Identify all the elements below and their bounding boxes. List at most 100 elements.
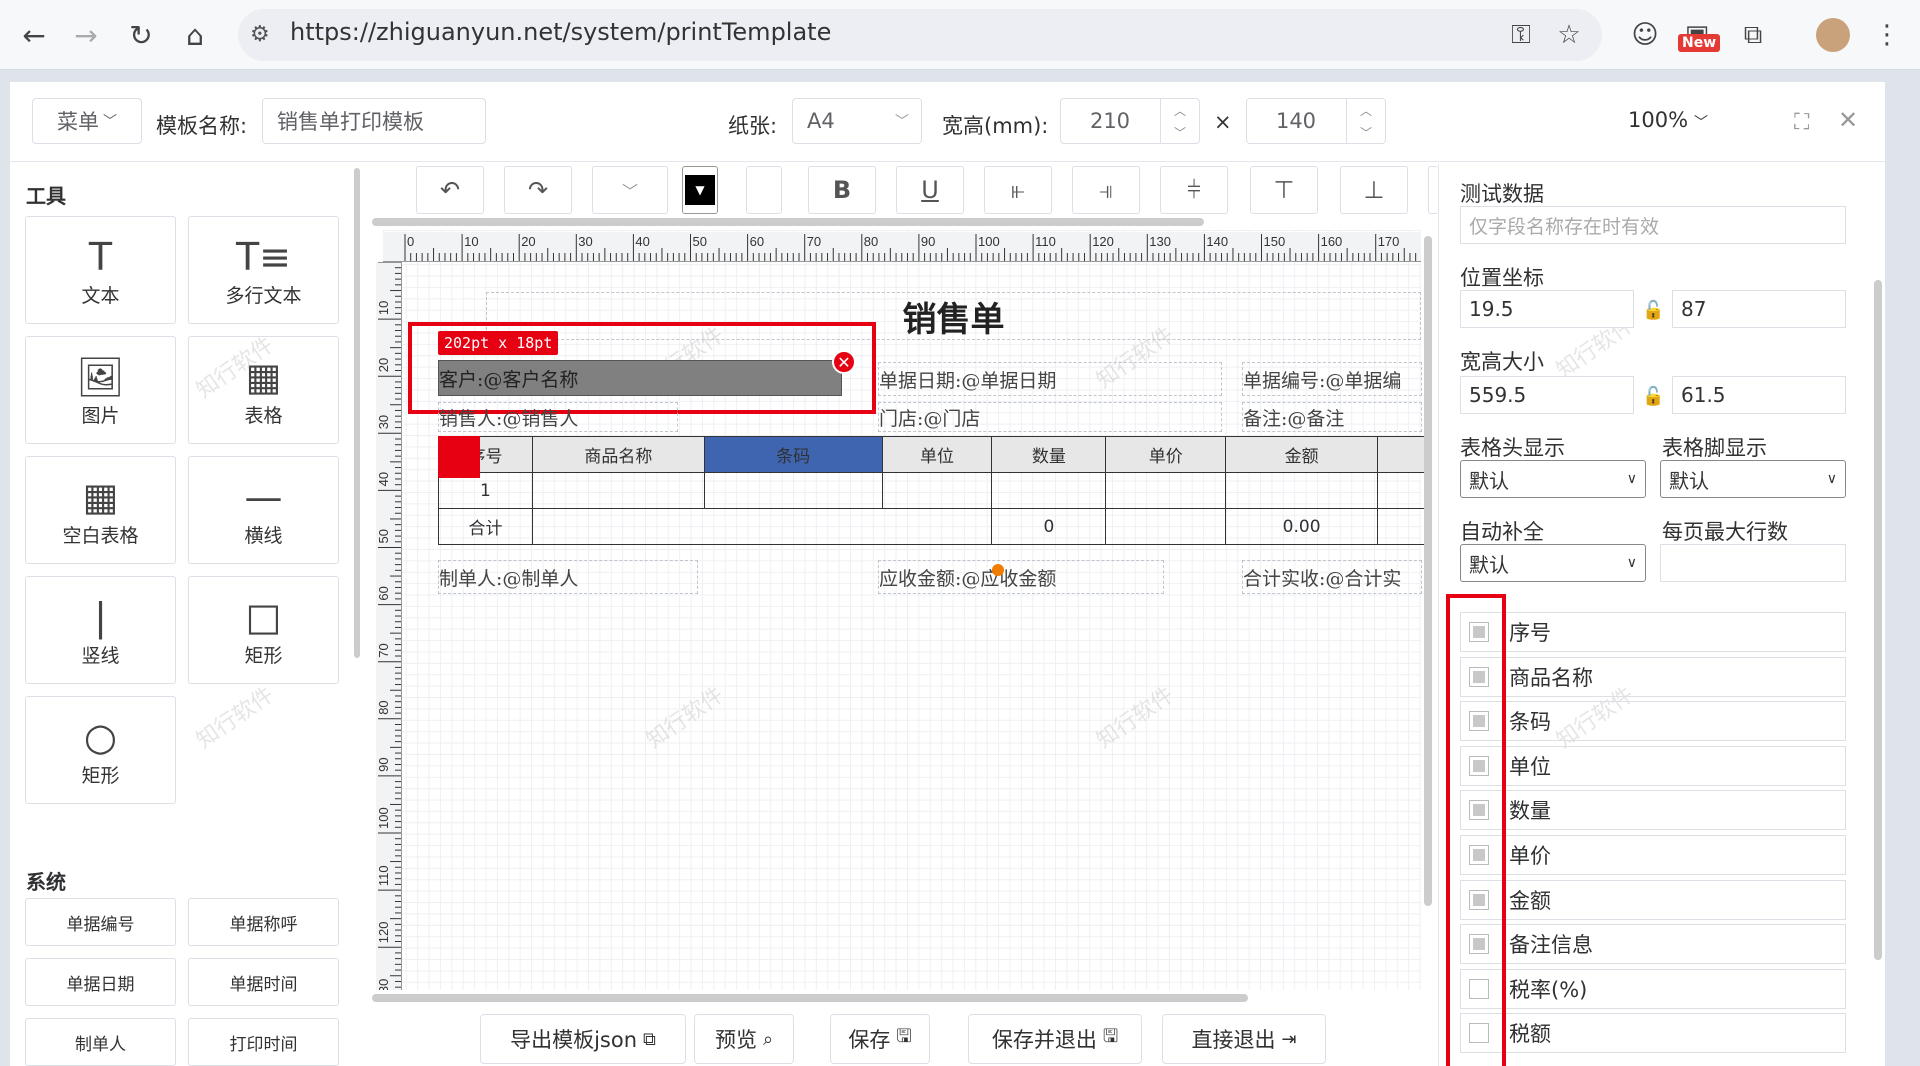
paper-select[interactable]: A4 ﹀ [792,98,922,144]
font-color-picker[interactable]: ▼ [682,166,718,214]
table-foot-select[interactable]: 默认 ∨ [1660,460,1846,498]
lock-icon[interactable]: 🔓 [1642,386,1664,407]
resize-handle[interactable] [992,564,1004,576]
toolbar-scrollbar[interactable] [372,218,1204,226]
table-cell[interactable] [881,472,993,509]
table-cell[interactable] [991,472,1107,509]
exit-button[interactable]: 直接退出 ⇥ [1162,1014,1326,1064]
bill-no-field[interactable]: 单据编号:@单据编 [1242,362,1422,396]
undo-button[interactable]: ↶ [416,166,484,214]
table-head-select[interactable]: 默认 ∨ [1460,460,1646,498]
receivable-field[interactable]: 应收金额:@应收金额 [878,560,1164,594]
export-json-button[interactable]: 导出模板json ⧉ [480,1014,686,1064]
table-total-amount[interactable]: 0.00 [1225,508,1378,545]
height-stepper[interactable]: ︿ ﹀ [1346,99,1385,143]
width-stepper[interactable]: ︿ ﹀ [1160,99,1199,143]
sys-bill-title[interactable]: 单据称呼 [188,898,339,946]
bill-date-field[interactable]: 单据日期:@单据日期 [878,362,1222,396]
tools-scrollbar[interactable] [354,168,360,658]
column-toggle-row[interactable]: 序号 [1460,612,1846,652]
tool-blank-table[interactable]: ▦ 空白表格 [25,456,176,564]
tool-ellipse[interactable]: ○ 矩形 [25,696,176,804]
star-icon[interactable]: ☆ [1552,18,1586,52]
close-icon[interactable]: ✕ [1838,106,1858,134]
table-cell[interactable] [531,472,705,509]
column-toggle-row[interactable]: 条码 [1460,701,1846,742]
table-header-cell[interactable] [1377,436,1428,473]
chevron-down-icon[interactable]: ﹀ [1174,124,1186,141]
bold-button[interactable]: B [808,166,876,214]
column-toggle-row[interactable]: 税额 [1460,1013,1846,1054]
align-bottom-button[interactable]: ⊥ [1340,166,1408,214]
home-icon[interactable]: ⌂ [175,15,215,55]
redo-button[interactable]: ↷ [504,166,572,214]
avatar[interactable] [1816,18,1850,52]
save-exit-button[interactable]: 保存并退出 🖫 [968,1014,1142,1064]
chevron-down-icon[interactable]: ﹀ [1360,124,1372,141]
column-toggle-row[interactable]: 金额 [1460,879,1846,920]
pos-x-input[interactable]: 19.5 [1460,290,1634,328]
chevron-up-icon[interactable]: ︿ [1174,102,1186,119]
table-header-cell[interactable]: 数量 [991,436,1107,473]
tool-image[interactable]: 🖼 图片 [25,336,176,444]
table-header-cell[interactable]: 金额 [1225,436,1378,473]
column-toggle-row[interactable]: 单位 [1460,745,1846,786]
table-total-qty[interactable]: 0 [991,508,1107,545]
site-settings-icon[interactable]: ⚙ [250,22,270,47]
reload-icon[interactable]: ↻ [121,15,161,55]
tool-text[interactable]: T 文本 [25,216,176,324]
table-cell[interactable] [1105,472,1227,509]
more-menu-icon[interactable]: ⋮ [1870,18,1904,52]
underline-button[interactable]: U [896,166,964,214]
table-cell[interactable] [1377,472,1428,509]
column-toggle-row[interactable]: 数量 [1460,790,1846,831]
align-right-button[interactable]: ⫣ [1072,166,1140,214]
lock-icon[interactable]: 🔓 [1642,300,1664,321]
canvas-h-scrollbar[interactable] [372,994,1248,1002]
auto-fill-select[interactable]: 默认 ∨ [1460,544,1646,582]
table-header-cell[interactable]: 单价 [1105,436,1227,473]
background-color-picker[interactable] [746,166,782,214]
table-cell[interactable] [531,508,993,545]
table-cell[interactable] [1377,508,1428,545]
profile-extension-icon[interactable]: ☺ [1628,18,1662,52]
zoom-select[interactable]: 100% ﹀ [1628,108,1708,132]
column-toggle-row[interactable]: 备注信息 [1460,924,1846,965]
width-wh-input[interactable]: 559.5 [1460,376,1634,414]
tool-rect[interactable]: □ 矩形 [188,576,339,684]
table-total-label[interactable]: 合计 [438,508,533,545]
sys-bill-no[interactable]: 单据编号 [25,898,176,946]
preview-button[interactable]: 预览 ⌕ [694,1014,794,1064]
table-header-cell[interactable]: 单位 [881,436,993,473]
table-header-cell[interactable]: 商品名称 [531,436,705,473]
font-dropdown[interactable]: ﹀ [592,166,668,214]
sys-bill-time[interactable]: 单据时间 [188,958,339,1006]
template-name-input[interactable]: 销售单打印模板 [262,98,486,144]
key-icon[interactable]: ⚿ [1504,18,1538,52]
table-cell[interactable] [1225,472,1378,509]
panel-scrollbar[interactable] [1874,280,1882,960]
delete-element-icon[interactable]: ✕ [832,350,856,374]
height-wh-input[interactable]: 61.5 [1672,376,1846,414]
back-arrow-icon[interactable]: ← [14,15,54,55]
align-top-button[interactable]: ⊤ [1250,166,1318,214]
max-rows-input[interactable] [1660,544,1846,582]
forward-arrow-icon[interactable]: → [66,15,106,55]
remark-field[interactable]: 备注:@备注 [1242,402,1422,432]
column-toggle-row[interactable]: 税率(%) [1460,968,1846,1009]
paid-field[interactable]: 合计实收:@合计实 [1242,560,1422,594]
table-cell[interactable] [1105,508,1227,545]
sys-bill-date[interactable]: 单据日期 [25,958,176,1006]
fullscreen-icon[interactable]: ⛶ [1794,110,1809,135]
puzzle-icon[interactable]: ⧉ [1736,18,1770,52]
goods-table[interactable]: 序号 商品名称 条码 单位 数量 单价 金额 1 合计 0 0.00 [438,436,1428,545]
toolbar-overflow[interactable] [1428,166,1438,214]
tool-hline[interactable]: — 横线 [188,456,339,564]
column-toggle-row[interactable]: 商品名称 [1460,656,1846,697]
save-button[interactable]: 保存 🖫 [830,1014,930,1064]
test-data-input[interactable]: 仅字段名称存在时有效 [1460,206,1846,244]
pos-y-input[interactable]: 87 [1672,290,1846,328]
align-center-button[interactable]: ⫩ [1160,166,1228,214]
maker-field[interactable]: 制单人:@制单人 [438,560,698,594]
tool-table[interactable]: ▦ 表格 [188,336,339,444]
